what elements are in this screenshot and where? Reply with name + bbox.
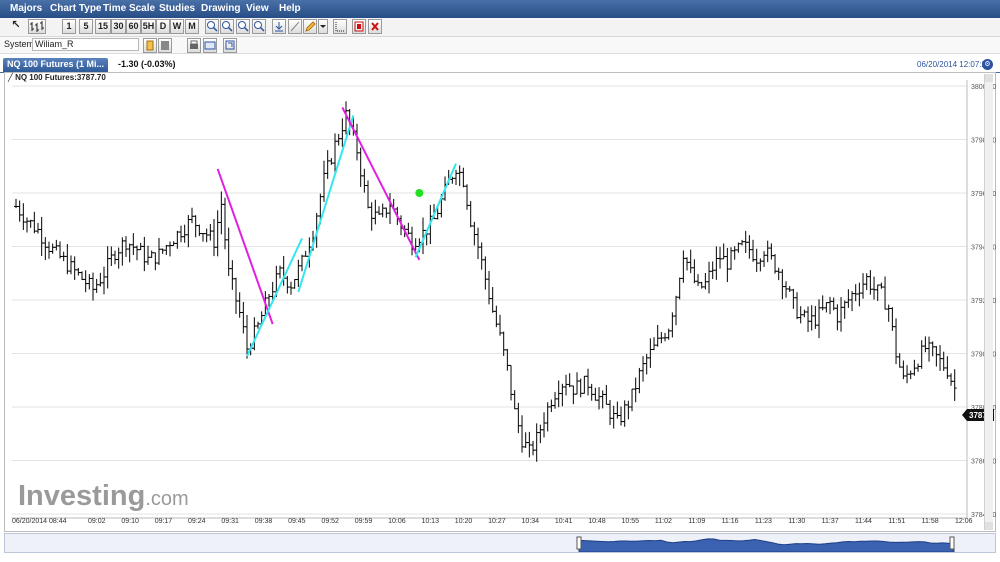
- x-tick-label: 10:27: [488, 518, 506, 525]
- x-tick-label: 11:37: [822, 518, 839, 525]
- x-tick-label: 10:06: [388, 518, 406, 525]
- x-tick-label: 10:34: [522, 518, 540, 525]
- chart-scrollbar[interactable]: [984, 74, 993, 530]
- navigator-left-handle[interactable]: [576, 536, 582, 550]
- x-tick-label: 09:45: [288, 518, 306, 525]
- x-tick-label: 09:24: [188, 518, 206, 525]
- cyan-trend-line[interactable]: [414, 163, 457, 258]
- navigator[interactable]: [4, 533, 996, 553]
- x-tick-label: 09:17: [155, 518, 173, 525]
- x-tick-label: 11:23: [755, 518, 772, 525]
- x-tick-label: 11:16: [722, 518, 739, 525]
- x-tick-label: 11:58: [922, 518, 939, 525]
- cyan-trend-line[interactable]: [246, 238, 303, 357]
- x-tick-label: 11:44: [855, 518, 872, 525]
- x-tick-label: 09:02: [88, 518, 106, 525]
- x-tick-label: 10:41: [555, 518, 573, 525]
- magenta-trend-line[interactable]: [341, 106, 421, 261]
- scroll-down-icon[interactable]: [985, 522, 993, 530]
- x-tick-label: 11:51: [888, 518, 905, 525]
- x-tick-label: 09:10: [121, 518, 139, 525]
- x-tick-label: 10:20: [455, 518, 473, 525]
- green-marker: [415, 189, 424, 197]
- navigator-right-handle[interactable]: [949, 536, 955, 550]
- watermark-main: Investing: [18, 480, 145, 512]
- x-tick-label: 10:55: [622, 518, 640, 525]
- navigator-area: [578, 538, 955, 552]
- x-tick-label: 12:06: [955, 518, 973, 525]
- x-tick-label: 09:52: [321, 518, 339, 525]
- x-tick-label: 10:48: [588, 518, 606, 525]
- watermark: Investing.com: [18, 480, 189, 512]
- scroll-up-icon[interactable]: [985, 74, 993, 82]
- x-tick-label: 10:13: [421, 518, 439, 525]
- x-tick-label: 06/20/2014 08:44: [12, 518, 67, 525]
- x-tick-label: 09:59: [355, 518, 373, 525]
- x-tick-label: 11:30: [788, 518, 805, 525]
- x-tick-label: 11:09: [688, 518, 705, 525]
- price-chart[interactable]: 3800.003798.003796.003794.003792.003790.…: [0, 0, 1000, 562]
- x-tick-label: 09:31: [221, 518, 239, 525]
- x-tick-label: 09:38: [255, 518, 273, 525]
- x-tick-label: 11:02: [655, 518, 672, 525]
- cyan-trend-line[interactable]: [297, 115, 355, 293]
- watermark-suffix: .com: [145, 488, 188, 510]
